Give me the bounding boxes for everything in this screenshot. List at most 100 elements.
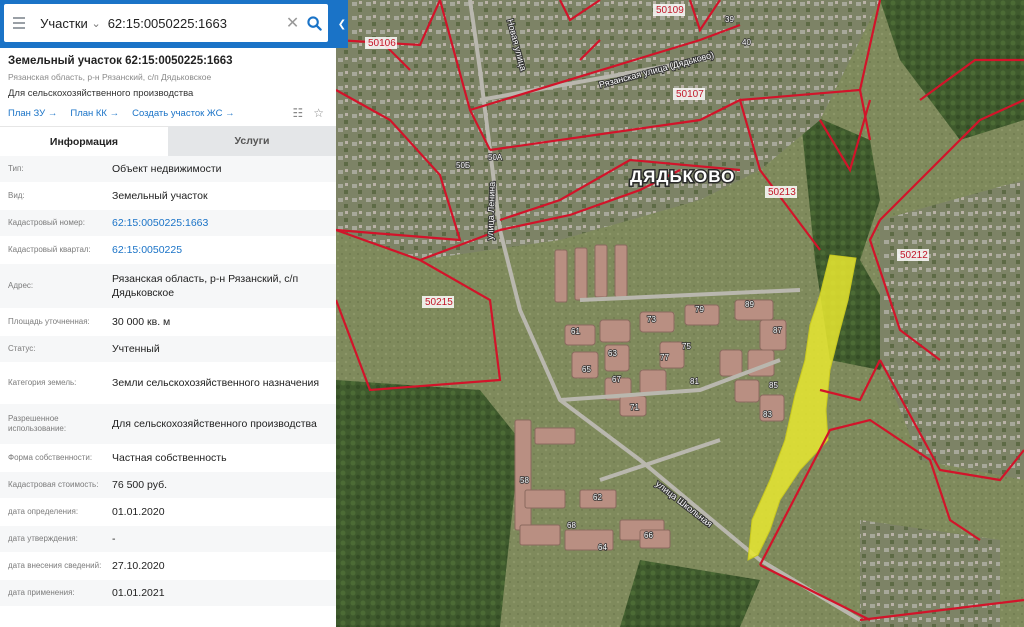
- menu-icon[interactable]: [4, 4, 34, 42]
- search-panel: Участки ⌄ ✕: [0, 0, 336, 48]
- property-row: Кадастровый квартал: 62:15:0050225: [0, 237, 336, 264]
- property-value: Земли сельскохозяйственного назначения: [112, 377, 320, 389]
- forest-area: [336, 380, 520, 627]
- property-label: Площадь уточненная:: [8, 317, 90, 326]
- property-label: Кадастровый квартал:: [8, 245, 91, 254]
- property-label: дата утверждения:: [8, 534, 78, 543]
- svg-text:64: 64: [598, 543, 607, 552]
- property-row: Кадастровый номер: 62:15:0050225:1663: [0, 210, 336, 237]
- property-label: Форма собственности:: [8, 453, 93, 462]
- parcel-purpose: Для сельскохозяйственного производства: [8, 88, 194, 99]
- property-label: дата внесения сведений:: [8, 561, 102, 570]
- quarter-label: 50213: [768, 187, 796, 198]
- tab-info[interactable]: Информация: [0, 126, 168, 156]
- property-value: -: [112, 533, 116, 545]
- property-label: дата определения:: [8, 507, 79, 516]
- property-value: 01.01.2021: [112, 587, 165, 599]
- plan-zu-link[interactable]: План ЗУ →: [8, 108, 57, 119]
- property-value: 30 000 кв. м: [112, 316, 171, 328]
- svg-text:65: 65: [582, 365, 591, 374]
- property-label: Адрес:: [8, 281, 34, 290]
- search-button[interactable]: [301, 4, 328, 42]
- svg-text:87: 87: [773, 326, 782, 335]
- search-input[interactable]: [105, 15, 284, 31]
- plan-kk-link[interactable]: План КК →: [70, 108, 119, 119]
- svg-text:67: 67: [612, 375, 621, 384]
- svg-text:61: 61: [571, 327, 580, 336]
- property-value: 76 500 руб.: [112, 479, 168, 491]
- search-type-select[interactable]: Участки: [34, 16, 91, 31]
- property-label: Вид:: [8, 191, 25, 200]
- search-icon: [307, 15, 322, 31]
- property-label: Разрешенное использование:: [8, 414, 67, 433]
- quarter-label: 50215: [425, 297, 453, 308]
- quarter-label: 50106: [368, 38, 396, 49]
- svg-text:40: 40: [742, 38, 751, 47]
- svg-text:63: 63: [608, 349, 617, 358]
- property-value: Частная собственность: [112, 452, 227, 464]
- property-value: Объект недвижимости: [112, 163, 222, 175]
- property-label: дата применения:: [8, 588, 75, 597]
- svg-text:85: 85: [769, 381, 778, 390]
- property-label: Кадастровый номер:: [8, 218, 85, 227]
- properties-table: Тип: Объект недвижимости Вид: Земельный уча…: [0, 156, 336, 607]
- property-value-link[interactable]: 62:15:0050225: [112, 243, 336, 257]
- property-row: Кадастровая стоимость: 76 500 руб.: [0, 472, 336, 499]
- property-value: 01.01.2020: [112, 506, 165, 518]
- property-value: 27.10.2020: [112, 560, 165, 572]
- village-name-label: ДЯДЬКОВО: [630, 167, 735, 186]
- svg-text:68: 68: [567, 521, 576, 530]
- svg-text:71: 71: [630, 403, 639, 412]
- property-row: Статус: Учтенный: [0, 336, 336, 363]
- property-label: Кадастровая стоимость:: [8, 480, 99, 489]
- property-row: дата применения: 01.01.2021: [0, 580, 336, 607]
- svg-text:81: 81: [690, 377, 699, 386]
- property-row: дата определения: 01.01.2020: [0, 499, 336, 526]
- svg-text:62: 62: [593, 493, 602, 502]
- svg-text:83: 83: [763, 410, 772, 419]
- property-label: Тип:: [8, 164, 24, 173]
- quarter-label: 50107: [676, 89, 704, 100]
- svg-text:75: 75: [682, 342, 691, 351]
- svg-text:66: 66: [644, 531, 653, 540]
- svg-text:39: 39: [725, 15, 734, 24]
- report-icon[interactable]: ☷: [292, 106, 303, 120]
- svg-text:73: 73: [647, 315, 656, 324]
- property-row: Форма собственности: Частная собственност…: [0, 445, 336, 472]
- svg-text:50А: 50А: [488, 153, 503, 162]
- chevron-down-icon[interactable]: ⌄: [92, 17, 106, 30]
- info-panel: Земельный участок 62:15:0050225:1663 Ряз…: [0, 48, 336, 627]
- property-value: Рязанская область, р-н Рязанский, с/п Дя…: [112, 273, 299, 299]
- property-row: Категория земель: Земли сельскохозяйствен…: [0, 363, 336, 404]
- svg-text:50Б: 50Б: [456, 161, 470, 170]
- search-box: Участки ⌄ ✕: [4, 4, 328, 42]
- parcel-title: Земельный участок 62:15:0050225:1663: [8, 55, 233, 67]
- chevron-left-icon: ❮: [337, 18, 347, 30]
- property-row: Тип: Объект недвижимости: [0, 156, 336, 183]
- property-row: дата утверждения: -: [0, 526, 336, 553]
- property-value: Земельный участок: [112, 190, 208, 202]
- quarter-label: 50109: [656, 5, 684, 16]
- property-row: Площадь уточненная: 30 000 кв. м: [0, 309, 336, 336]
- quarter-label: 50212: [900, 250, 928, 261]
- svg-text:79: 79: [695, 305, 704, 314]
- svg-text:77: 77: [660, 353, 669, 362]
- property-row: Адрес: Рязанская область, р-н Рязанский, …: [0, 264, 336, 309]
- street-label: улица Ленина: [485, 182, 497, 240]
- property-row: дата внесения сведений: 27.10.2020: [0, 553, 336, 580]
- parcel-address: Рязанская область, р-н Рязанский, с/п Дя…: [8, 72, 212, 82]
- tab-services[interactable]: Услуги: [168, 126, 336, 156]
- property-value: Учтенный: [112, 343, 160, 355]
- star-icon[interactable]: ☆: [313, 106, 324, 120]
- close-icon[interactable]: ✕: [284, 13, 302, 33]
- property-row: Разрешенное использование: Для сельскохоз…: [0, 404, 336, 445]
- property-value-link[interactable]: 62:15:0050225:1663: [112, 216, 336, 230]
- svg-text:89: 89: [745, 300, 754, 309]
- svg-text:58: 58: [520, 476, 529, 485]
- property-label: Категория земель:: [8, 378, 77, 387]
- property-row: Вид: Земельный участок: [0, 183, 336, 210]
- property-value: Для сельскохозяйственного производства: [112, 418, 317, 430]
- create-parcel-link[interactable]: Создать участок ЖС →: [132, 108, 234, 119]
- collapse-panel-button[interactable]: ❮: [336, 0, 348, 48]
- property-label: Статус:: [8, 344, 36, 353]
